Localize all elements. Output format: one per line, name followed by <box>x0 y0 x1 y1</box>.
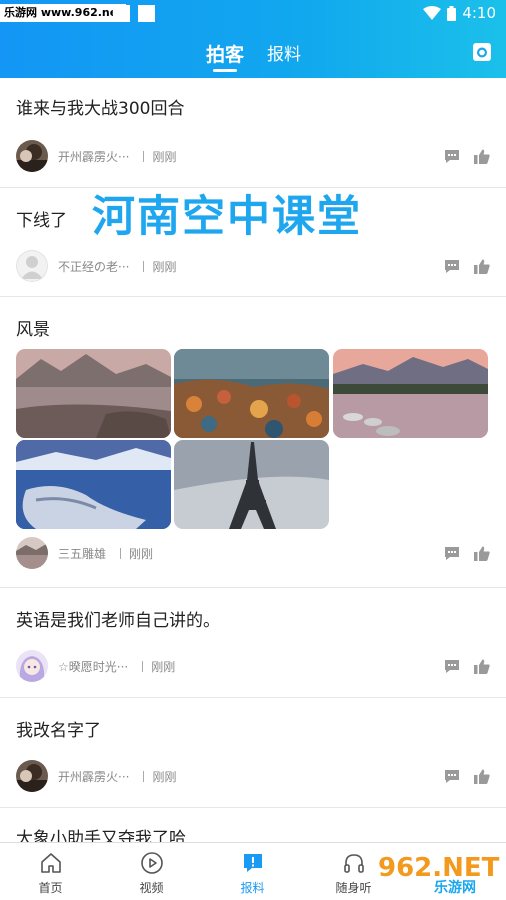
comment-icon[interactable] <box>444 769 460 784</box>
post-title[interactable]: 风景 <box>16 315 50 340</box>
site-logo: 962.NET 乐游网 <box>372 850 502 896</box>
notification-icon <box>138 5 155 22</box>
status-bar: 乐游网 www.962.net 4:10 <box>0 0 506 26</box>
like-icon[interactable] <box>474 769 490 784</box>
app-header: 乐游网 www.962.net 4:10 拍客 报料 <box>0 0 506 78</box>
post-title[interactable]: 我改名字了 <box>16 716 101 741</box>
post-actions <box>444 650 490 682</box>
nav-item-report[interactable]: 报料 <box>202 843 303 900</box>
home-icon <box>40 853 61 873</box>
avatar[interactable] <box>16 760 48 792</box>
logo-text: 962.NET <box>378 853 500 883</box>
post-item[interactable]: 谁来与我大战300回合 开州霹雳火··· 刚刚 <box>0 78 506 188</box>
like-icon[interactable] <box>474 546 490 561</box>
like-icon[interactable] <box>474 149 490 164</box>
post-meta: 开州霹雳火··· 刚刚 <box>16 140 176 172</box>
wifi-icon <box>423 6 442 20</box>
post-actions <box>444 760 490 792</box>
avatar[interactable] <box>16 650 48 682</box>
post-title[interactable]: 下线了 <box>16 206 67 231</box>
notification-icon <box>113 5 130 22</box>
divider <box>143 260 145 272</box>
site-watermark: 乐游网 www.962.net <box>0 4 127 22</box>
avatar[interactable] <box>16 537 48 569</box>
nav-item-home[interactable]: 首页 <box>0 843 101 900</box>
post-item[interactable]: 风景 三五雕雄 刚刚 <box>0 297 506 588</box>
comment-icon[interactable] <box>444 259 460 274</box>
author-name[interactable]: ☆暌愿时光··· <box>58 658 128 675</box>
post-title[interactable]: 谁来与我大战300回合 <box>16 94 184 119</box>
photo-thumbnail[interactable] <box>16 349 171 438</box>
nav-label: 首页 <box>38 881 63 895</box>
camera-icon[interactable] <box>472 42 492 62</box>
avatar[interactable] <box>16 140 48 172</box>
photo-thumbnail[interactable] <box>174 349 329 438</box>
avatar[interactable] <box>16 250 48 282</box>
play-icon <box>140 852 163 874</box>
post-meta: 开州霹雳火··· 刚刚 <box>16 760 176 792</box>
comment-icon[interactable] <box>444 149 460 164</box>
nav-label: 报料 <box>240 881 265 895</box>
post-item[interactable]: 我改名字了 开州霹雳火··· 刚刚 <box>0 698 506 808</box>
divider <box>142 660 144 672</box>
post-actions <box>444 537 490 569</box>
status-time: 4:10 <box>462 4 496 22</box>
post-actions <box>444 250 490 282</box>
overlay-title: 河南空中课堂 <box>92 192 362 242</box>
comment-icon[interactable] <box>444 659 460 674</box>
post-meta: ☆暌愿时光··· 刚刚 <box>16 650 175 682</box>
divider <box>143 150 145 162</box>
post-time: 刚刚 <box>129 546 154 561</box>
like-icon[interactable] <box>474 659 490 674</box>
post-meta: 不正经の老··· 刚刚 <box>16 250 176 282</box>
logo-subtext: 乐游网 <box>434 879 476 896</box>
nav-item-video[interactable]: 视频 <box>101 843 202 900</box>
tab-indicator <box>213 69 237 72</box>
post-meta: 三五雕雄 刚刚 <box>16 537 153 569</box>
like-icon[interactable] <box>474 259 490 274</box>
post-time: 刚刚 <box>151 659 176 674</box>
post-time: 刚刚 <box>152 149 177 164</box>
author-name[interactable]: 开州霹雳火··· <box>58 768 129 785</box>
tab-baoliao[interactable]: 报料 <box>267 40 301 65</box>
post-title[interactable]: 英语是我们老师自己讲的。 <box>16 606 220 631</box>
author-name[interactable]: 三五雕雄 <box>58 545 106 562</box>
photo-thumbnail[interactable] <box>174 440 329 529</box>
post-actions <box>444 140 490 172</box>
photo-thumbnail[interactable] <box>333 349 488 438</box>
battery-icon <box>447 5 457 21</box>
nav-label: 视频 <box>139 881 164 895</box>
status-right: 4:10 <box>423 3 496 23</box>
post-item[interactable]: 英语是我们老师自己讲的。 ☆暌愿时光··· 刚刚 <box>0 588 506 698</box>
comment-icon[interactable] <box>444 546 460 561</box>
tab-paike[interactable]: 拍客 <box>206 40 244 67</box>
post-time: 刚刚 <box>152 769 177 784</box>
report-icon <box>243 854 262 872</box>
photo-thumbnail[interactable] <box>16 440 171 529</box>
post-time: 刚刚 <box>152 259 177 274</box>
author-name[interactable]: 不正经の老··· <box>58 258 129 275</box>
headphones-icon <box>343 854 364 873</box>
top-tabs: 拍客 报料 <box>0 38 506 74</box>
photo-grid <box>16 349 491 529</box>
divider <box>143 770 145 782</box>
divider <box>120 547 122 559</box>
author-name[interactable]: 开州霹雳火··· <box>58 148 129 165</box>
